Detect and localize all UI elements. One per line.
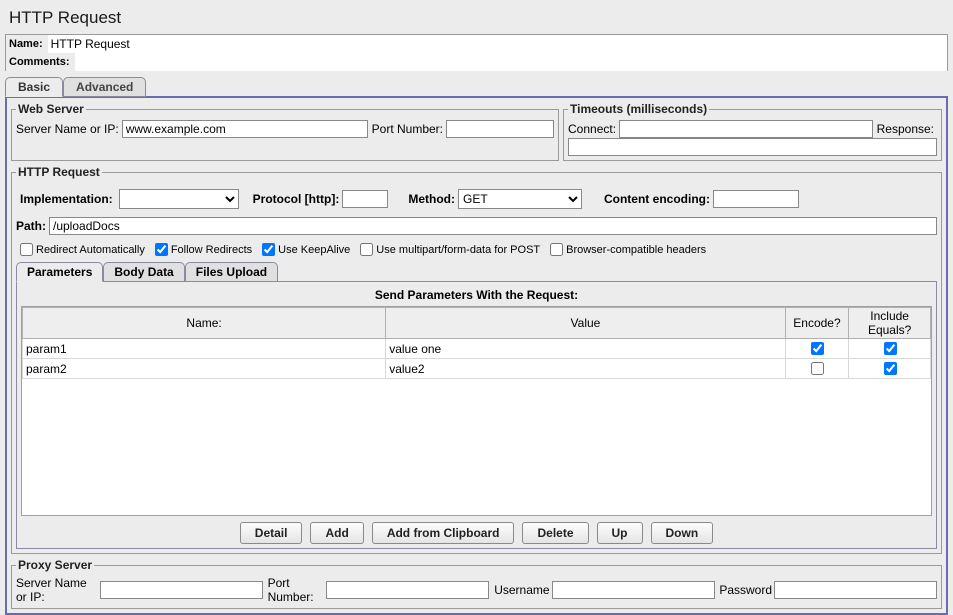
web-server-group: Web Server Server Name or IP: Port Numbe… xyxy=(11,102,559,161)
port-number-input[interactable] xyxy=(446,120,554,138)
redirect-auto-checkbox[interactable]: Redirect Automatically xyxy=(20,243,145,256)
param-include-equals-cell[interactable] xyxy=(849,359,931,379)
name-input[interactable] xyxy=(48,35,947,53)
port-number-label: Port Number: xyxy=(372,122,443,136)
param-value-cell[interactable]: value one xyxy=(386,339,786,359)
connect-input[interactable] xyxy=(619,120,873,138)
proxy-server-input[interactable] xyxy=(100,581,263,599)
http-request-legend: HTTP Request xyxy=(16,165,102,179)
multipart-checkbox[interactable]: Use multipart/form-data for POST xyxy=(360,243,540,256)
server-name-label: Server Name or IP: xyxy=(16,122,119,136)
redirect-auto-input[interactable] xyxy=(20,243,33,256)
proxy-username-label: Username xyxy=(494,583,549,597)
table-row[interactable]: param1value one xyxy=(23,339,931,359)
param-include-equals-cell[interactable] xyxy=(849,339,931,359)
param-encode-cell[interactable] xyxy=(785,339,849,359)
proxy-port-label: Port Number: xyxy=(268,576,325,604)
use-keepalive-input[interactable] xyxy=(262,243,275,256)
col-value[interactable]: Value xyxy=(386,308,786,339)
timeouts-legend: Timeouts (milliseconds) xyxy=(568,102,709,116)
multipart-input[interactable] xyxy=(360,243,373,256)
tab-parameters[interactable]: Parameters xyxy=(16,262,103,282)
timeouts-group: Timeouts (milliseconds) Connect: Respons… xyxy=(563,102,942,161)
browser-compat-checkbox[interactable]: Browser-compatible headers xyxy=(550,243,706,256)
down-button[interactable]: Down xyxy=(651,522,714,544)
response-input[interactable] xyxy=(568,138,937,156)
delete-button[interactable]: Delete xyxy=(522,522,588,544)
up-button[interactable]: Up xyxy=(597,522,643,544)
implementation-select[interactable] xyxy=(119,189,239,209)
add-button[interactable]: Add xyxy=(310,522,363,544)
http-request-group: HTTP Request Implementation: Protocol [h… xyxy=(11,165,942,554)
detail-button[interactable]: Detail xyxy=(240,522,303,544)
path-input[interactable] xyxy=(49,217,937,235)
col-encode[interactable]: Encode? xyxy=(785,308,849,339)
name-label: Name: xyxy=(6,35,48,53)
proxy-password-label: Password xyxy=(719,583,772,597)
param-encode-checkbox[interactable] xyxy=(811,362,824,375)
proxy-port-input[interactable] xyxy=(326,581,489,599)
page-title: HTTP Request xyxy=(9,8,948,28)
params-table[interactable]: Name: Value Encode? Include Equals? para… xyxy=(22,307,931,379)
connect-label: Connect: xyxy=(568,122,616,136)
param-include-equals-checkbox[interactable] xyxy=(884,342,897,355)
table-row[interactable]: param2value2 xyxy=(23,359,931,379)
content-encoding-label: Content encoding: xyxy=(604,192,710,206)
params-table-wrap: Name: Value Encode? Include Equals? para… xyxy=(21,306,932,516)
comments-label: Comments: xyxy=(6,53,75,71)
tab-body-data[interactable]: Body Data xyxy=(103,262,184,282)
implementation-label: Implementation: xyxy=(20,192,113,206)
proxy-username-input[interactable] xyxy=(552,581,715,599)
param-name-cell[interactable]: param1 xyxy=(23,339,386,359)
use-keepalive-checkbox[interactable]: Use KeepAlive xyxy=(262,243,350,256)
web-server-legend: Web Server xyxy=(16,102,86,116)
param-encode-cell[interactable] xyxy=(785,359,849,379)
method-label: Method: xyxy=(408,192,455,206)
response-label: Response: xyxy=(877,122,934,136)
tab-advanced[interactable]: Advanced xyxy=(63,77,146,97)
name-row: Name: xyxy=(6,35,947,54)
follow-redirects-checkbox[interactable]: Follow Redirects xyxy=(155,243,252,256)
add-from-clipboard-button[interactable]: Add from Clipboard xyxy=(372,522,515,544)
col-include-equals[interactable]: Include Equals? xyxy=(849,308,931,339)
follow-redirects-input[interactable] xyxy=(155,243,168,256)
protocol-label: Protocol [http]: xyxy=(253,192,340,206)
tab-files-upload[interactable]: Files Upload xyxy=(185,262,278,282)
browser-compat-input[interactable] xyxy=(550,243,563,256)
path-label: Path: xyxy=(16,219,46,233)
server-name-input[interactable] xyxy=(122,120,368,138)
basic-panel: Web Server Server Name or IP: Port Numbe… xyxy=(5,96,948,615)
method-select[interactable]: GET xyxy=(458,189,582,209)
params-title: Send Parameters With the Request: xyxy=(21,286,932,306)
proxy-password-input[interactable] xyxy=(774,581,937,599)
comments-input[interactable] xyxy=(75,53,947,71)
protocol-input[interactable] xyxy=(342,190,388,208)
param-value-cell[interactable]: value2 xyxy=(386,359,786,379)
comments-row: Comments: xyxy=(6,53,947,71)
param-name-cell[interactable]: param2 xyxy=(23,359,386,379)
content-encoding-input[interactable] xyxy=(713,190,799,208)
proxy-legend: Proxy Server xyxy=(16,558,94,572)
parameters-panel: Send Parameters With the Request: Name: … xyxy=(16,281,937,549)
col-name[interactable]: Name: xyxy=(23,308,386,339)
proxy-server-label: Server Name or IP: xyxy=(16,576,98,604)
param-include-equals-checkbox[interactable] xyxy=(884,362,897,375)
proxy-server-group: Proxy Server Server Name or IP: Port Num… xyxy=(11,558,942,609)
tab-basic[interactable]: Basic xyxy=(5,77,63,97)
param-encode-checkbox[interactable] xyxy=(811,342,824,355)
